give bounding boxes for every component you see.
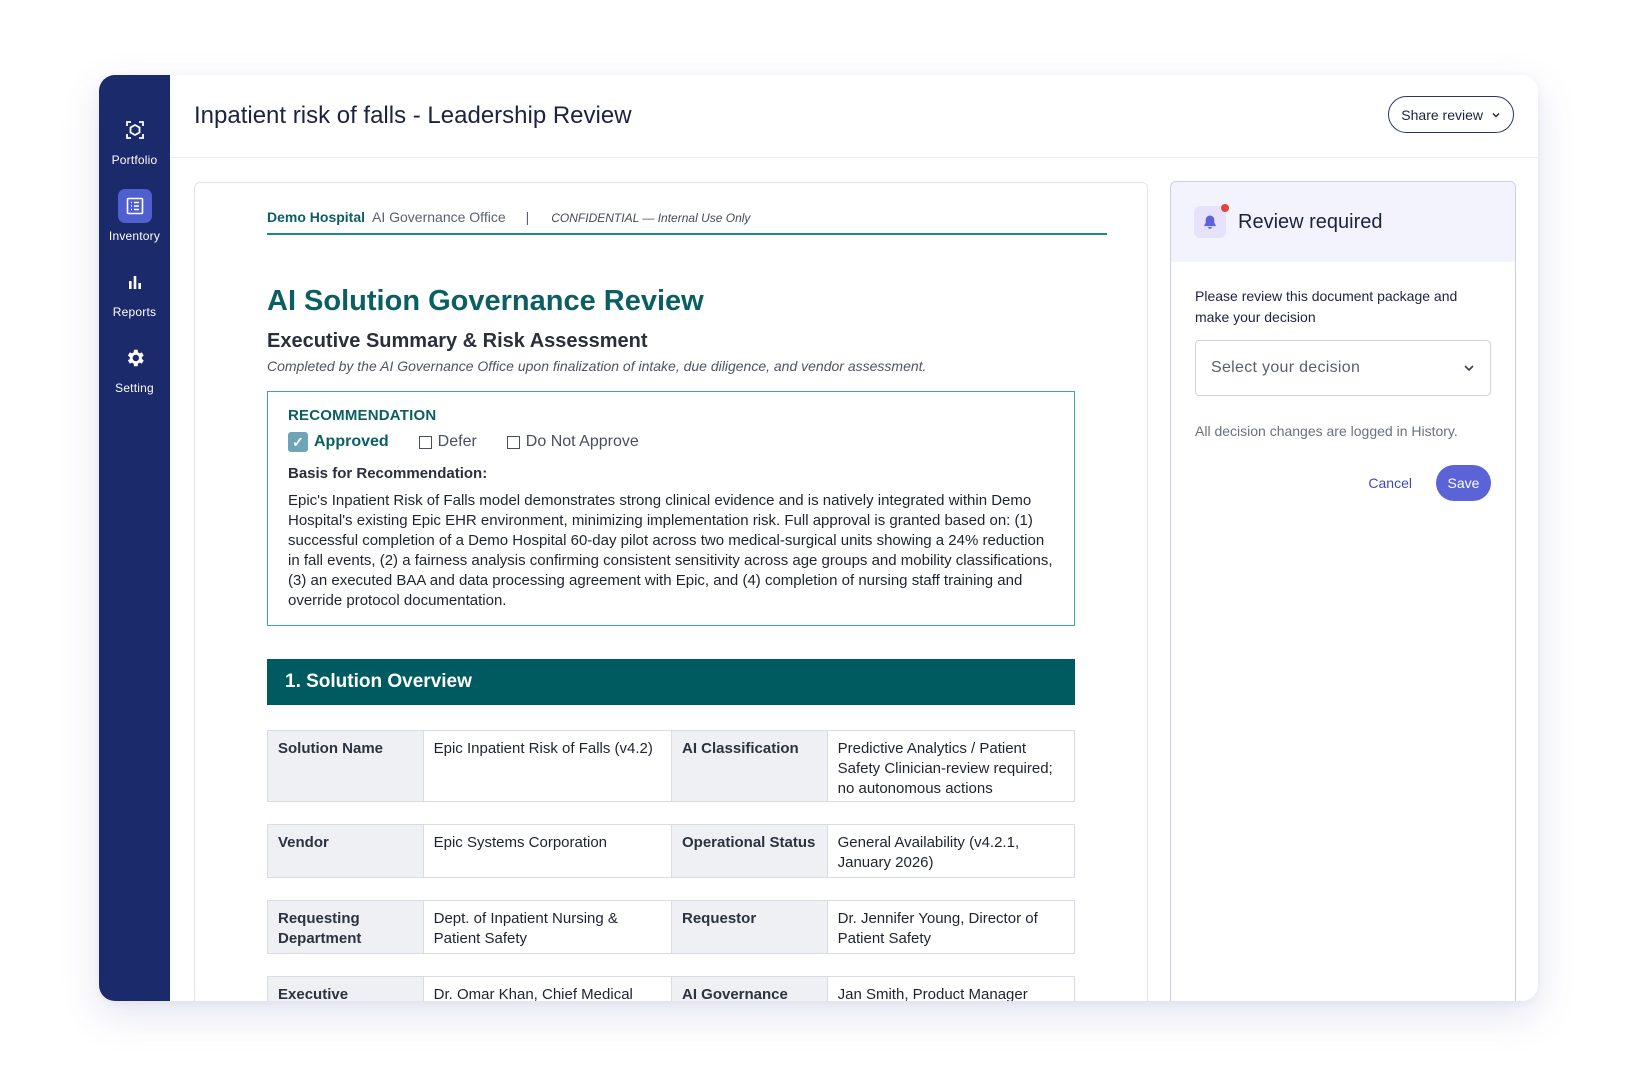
option-defer: Defer bbox=[418, 433, 477, 451]
review-panel-title: Review required bbox=[1238, 210, 1383, 233]
review-instructions: Please review this document package and … bbox=[1195, 288, 1458, 325]
table-value-cell: Dr. Jennifer Young, Director of Patient … bbox=[837, 910, 1038, 947]
notification-dot bbox=[1221, 204, 1229, 212]
table-label-cell: Requesting Department bbox=[268, 901, 424, 953]
section-heading: 1. Solution Overview bbox=[267, 659, 1075, 705]
letterhead-hospital: Demo Hospital bbox=[267, 209, 366, 225]
topbar: Inpatient risk of falls - Leadership Rev… bbox=[170, 75, 1538, 158]
review-panel-header: Review required bbox=[1171, 182, 1515, 262]
table-label-cell: Executive Sponsor bbox=[268, 977, 424, 1001]
table-label-cell: Solution Name bbox=[268, 731, 424, 801]
table-row: Vendor Epic Systems Corporation Operatio… bbox=[267, 824, 1075, 878]
document-title: AI Solution Governance Review bbox=[267, 285, 704, 317]
table-value-cell: Epic Inpatient Risk of Falls (v4.2) bbox=[424, 731, 672, 801]
save-button[interactable]: Save bbox=[1436, 465, 1491, 501]
table-value-cell: Dept. of Inpatient Nursing & Patient Saf… bbox=[424, 901, 672, 953]
table-label-cell: AI Classification bbox=[672, 731, 828, 801]
page-title: Inpatient risk of falls - Leadership Rev… bbox=[194, 102, 632, 129]
option-label: Approved bbox=[314, 433, 389, 450]
cancel-button[interactable]: Cancel bbox=[1368, 475, 1412, 491]
document-subtitle: Executive Summary & Risk Assessment bbox=[267, 330, 648, 352]
chevron-down-icon bbox=[1464, 365, 1474, 372]
bell-icon bbox=[1194, 204, 1229, 238]
option-approved: ✓ Approved bbox=[288, 432, 389, 452]
sidebar-item-portfolio[interactable]: Portfolio bbox=[99, 113, 170, 167]
basis-label: Basis for Recommendation: bbox=[288, 465, 488, 482]
sidebar-item-label: Inventory bbox=[108, 229, 161, 243]
sidebar-item-label: Reports bbox=[112, 305, 157, 319]
table-label-cell: AI Governance bbox=[672, 977, 828, 1001]
document-note: Completed by the AI Governance Office up… bbox=[267, 358, 927, 374]
sidebar-item-label: Setting bbox=[115, 381, 154, 395]
app-window: Portfolio Inventory Reports Setting Inpa… bbox=[99, 75, 1538, 1001]
review-panel-body: Please review this document package and … bbox=[1171, 262, 1515, 501]
letterhead-office: AI Governance Office bbox=[372, 209, 506, 225]
review-actions: Cancel Save bbox=[1195, 465, 1491, 501]
table-value-cell: Dr. Omar Khan, Chief Medical bbox=[424, 977, 672, 1001]
decision-placeholder: Select your decision bbox=[1211, 359, 1361, 376]
decision-select[interactable]: Select your decision bbox=[1195, 340, 1491, 396]
sidebar: Portfolio Inventory Reports Setting bbox=[99, 75, 170, 1001]
option-label: Defer bbox=[437, 433, 477, 450]
sidebar-item-label: Portfolio bbox=[111, 153, 158, 167]
gear-icon bbox=[118, 341, 152, 375]
table-value-cell: Predictive Analytics / Patient Safety Cl… bbox=[837, 740, 1053, 797]
empty-checkbox-icon bbox=[418, 435, 432, 449]
table-label-cell: Vendor bbox=[268, 825, 424, 877]
table-label-cell: Operational Status bbox=[672, 825, 828, 877]
option-do-not-approve: Do Not Approve bbox=[506, 433, 639, 451]
table-row: Requesting Department Dept. of Inpatient… bbox=[267, 900, 1075, 954]
share-review-button[interactable]: Share review bbox=[1388, 96, 1514, 133]
inventory-icon bbox=[117, 189, 152, 223]
table-label-cell: Requestor bbox=[672, 901, 828, 953]
letterhead-separator: | bbox=[525, 209, 530, 225]
share-review-label: Share review bbox=[1401, 106, 1483, 123]
basis-text: Epic's Inpatient Risk of Falls model dem… bbox=[288, 492, 1053, 609]
table-row: Solution Name Epic Inpatient Risk of Fal… bbox=[267, 730, 1075, 802]
table-row: Executive Sponsor Dr. Omar Khan, Chief M… bbox=[267, 976, 1075, 1001]
sidebar-item-setting[interactable]: Setting bbox=[99, 341, 170, 395]
solution-overview-table: Solution Name Epic Inpatient Risk of Fal… bbox=[267, 730, 1075, 1001]
letterhead: Demo Hospital AI Governance Office | CON… bbox=[267, 209, 1107, 235]
portfolio-icon bbox=[118, 113, 152, 147]
recommendation-box: RECOMMENDATION ✓ Approved Defer Do Not A… bbox=[267, 391, 1075, 626]
recommendation-title: RECOMMENDATION bbox=[288, 407, 437, 424]
option-label: Do Not Approve bbox=[525, 433, 639, 450]
confidential-label: CONFIDENTIAL — Internal Use Only bbox=[551, 211, 751, 225]
recommendation-options: ✓ Approved Defer Do Not Approve bbox=[288, 432, 1054, 452]
sidebar-item-reports[interactable]: Reports bbox=[99, 265, 170, 319]
table-value-cell: General Availability (v4.2.1, January 20… bbox=[837, 834, 1020, 871]
bar-chart-icon bbox=[118, 265, 152, 299]
document-viewer[interactable]: Demo Hospital AI Governance Office | CON… bbox=[194, 182, 1148, 1001]
empty-checkbox-icon bbox=[506, 435, 520, 449]
table-value-cell: Jan Smith, Product Manager bbox=[837, 986, 1028, 1001]
sidebar-item-inventory[interactable]: Inventory bbox=[99, 189, 170, 243]
table-value-cell: Epic Systems Corporation bbox=[424, 825, 672, 877]
history-log-note: All decision changes are logged in Histo… bbox=[1195, 423, 1458, 439]
review-panel: Review required Please review this docum… bbox=[1170, 181, 1516, 1001]
chevron-down-icon bbox=[1492, 112, 1500, 117]
checkmark-icon: ✓ bbox=[288, 432, 308, 452]
